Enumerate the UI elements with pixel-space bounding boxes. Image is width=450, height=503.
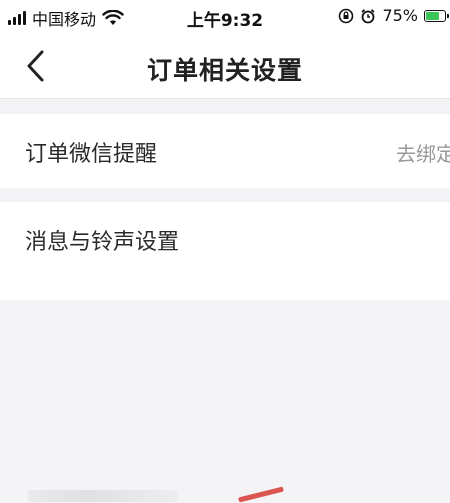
battery-icon <box>424 9 449 22</box>
bind-link[interactable]: 去绑定 <box>396 138 450 167</box>
wechat-reminder-label: 订单微信提醒 <box>25 142 158 167</box>
cropped-content <box>0 484 450 503</box>
sound-settings-label: 消息与铃声设置 <box>25 230 180 255</box>
battery-percent: 75% <box>382 6 418 25</box>
page-title: 订单相关设置 <box>146 56 303 85</box>
battery-fill <box>426 11 439 20</box>
blurred-text <box>28 490 178 502</box>
status-bar: 中国移动 上午9:32 75% <box>0 0 450 34</box>
status-right: 75% <box>338 6 449 25</box>
sound-settings-row[interactable]: 消息与铃声设置 <box>0 202 450 503</box>
orientation-lock-icon <box>339 8 354 23</box>
navigation-bar: 订单相关设置 <box>0 34 450 99</box>
alarm-icon <box>361 8 376 23</box>
wechat-reminder-row[interactable]: 订单微信提醒 去绑定 <box>0 114 450 188</box>
red-annotation-mark <box>238 486 284 503</box>
